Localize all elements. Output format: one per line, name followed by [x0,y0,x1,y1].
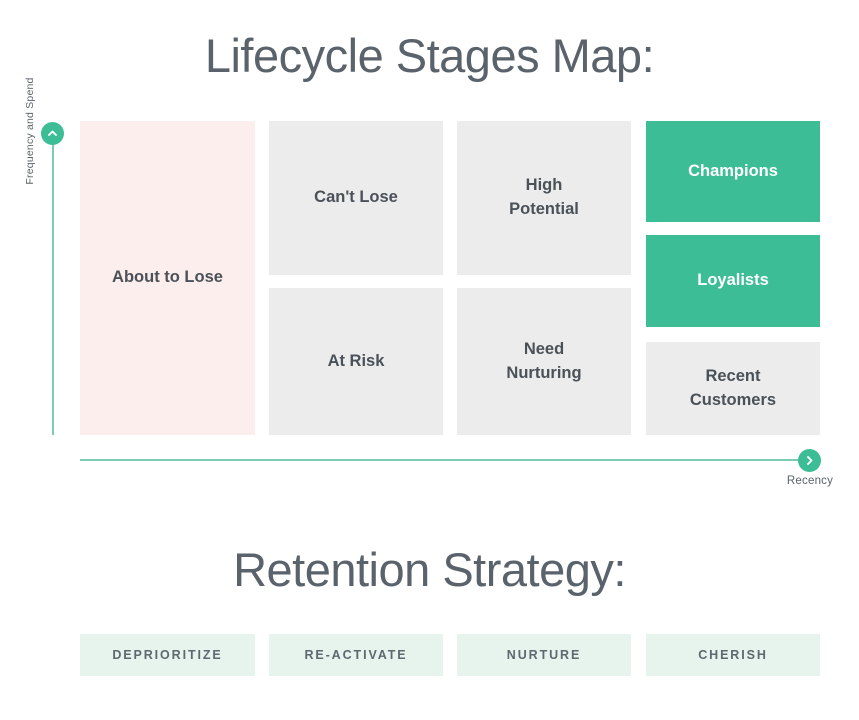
matrix-cell-champions[interactable]: Champions [646,121,820,222]
strategy-box-nurture[interactable]: NURTURE [457,634,631,676]
matrix-cell-recent-customers[interactable]: Recent Customers [646,342,820,435]
chevron-right-circle-icon [798,449,821,472]
strategy-box-deprioritize[interactable]: DEPRIORITIZE [80,634,255,676]
lifecycle-stages-infographic: Lifecycle Stages Map: Frequency and Spen… [0,0,859,720]
page-title-retention-strategy: Retention Strategy: [233,543,626,596]
matrix-cell-loyalists[interactable]: Loyalists [646,235,820,327]
matrix-cell-can-t-lose[interactable]: Can't Lose [269,121,443,275]
matrix-cell-need-nurturing[interactable]: Need Nurturing [457,288,631,435]
matrix-cell-at-risk[interactable]: At Risk [269,288,443,435]
y-axis-label: Frequency and Spend [24,77,36,185]
y-axis-line [52,130,54,435]
lifecycle-matrix: Frequency and Spend Recency About to Los… [0,0,859,500]
x-axis-label: Recency [786,475,834,487]
strategy-box-re-activate[interactable]: RE-ACTIVATE [269,634,443,676]
matrix-cell-about-to-lose[interactable]: About to Lose [80,121,255,435]
retention-strategy-row: DEPRIORITIZE RE-ACTIVATE NURTURE CHERISH [0,634,859,678]
chevron-up-circle-icon [41,122,64,145]
matrix-cell-high-potential[interactable]: High Potential [457,121,631,275]
x-axis-line [80,459,805,461]
strategy-box-cherish[interactable]: CHERISH [646,634,820,676]
